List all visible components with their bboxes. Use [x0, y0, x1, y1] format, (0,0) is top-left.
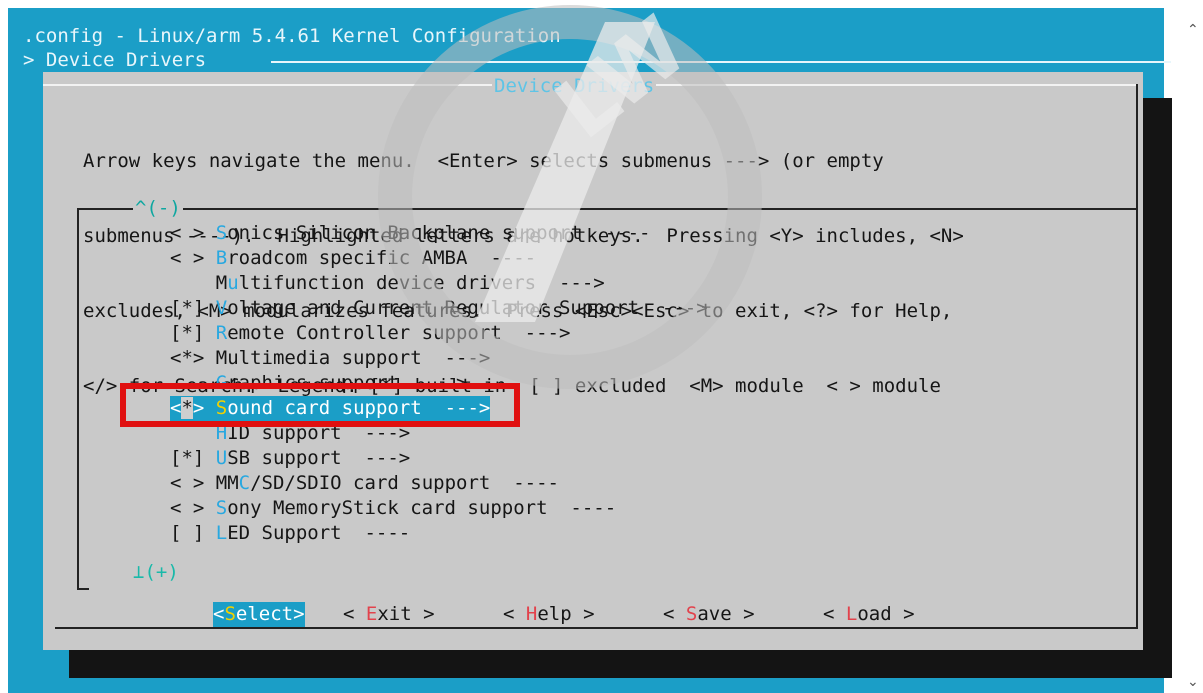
- button-hotkey: L: [845, 603, 858, 625]
- button-hotkey: S: [224, 603, 236, 625]
- button-help[interactable]: < Help >: [503, 602, 595, 627]
- menu-item[interactable]: [*] USB support --->: [170, 446, 410, 471]
- menu-item-hotkey: R: [215, 322, 228, 344]
- vertical-scrollbar[interactable]: ⌃ ⌄: [1183, 8, 1203, 693]
- menu-item-label-start: M: [215, 272, 228, 294]
- menu-item-label: emote Controller support --->: [227, 322, 571, 344]
- scroll-down-arrow-icon[interactable]: ⌄: [1187, 674, 1199, 690]
- menu-item[interactable]: < > Broadcom specific AMBA ----: [170, 246, 536, 271]
- scroll-down-indicator[interactable]: ⊥(+): [133, 560, 179, 585]
- menu-item-hotkey: S: [215, 222, 228, 244]
- menu-item[interactable]: [*] Voltage and Current Regulator Suppor…: [170, 296, 708, 321]
- menu-item[interactable]: [*] Remote Controller support --->: [170, 321, 570, 346]
- menu-item[interactable]: [ ] LED Support ----: [170, 521, 410, 546]
- menu-item-label: ltimedia support --->: [238, 347, 491, 369]
- button-hotkey: S: [685, 603, 698, 625]
- menu-item[interactable]: < > Sonics Silicon Backplane support ---…: [170, 221, 650, 246]
- menu-item-label: ED Support ----: [227, 522, 411, 544]
- menu-border-corner: [77, 588, 89, 590]
- menu-item-hotkey: B: [215, 247, 228, 269]
- menu-item-state: <*>: [170, 347, 216, 369]
- menuconfig-dialog: Device Drivers Arrow keys navigate the m…: [43, 72, 1143, 650]
- menu-item[interactable]: < > MMC/SD/SDIO card support ----: [170, 471, 559, 496]
- menu-item-hotkey: u: [227, 272, 239, 294]
- menu-border-top: [77, 208, 1137, 210]
- menu-item-state: [*]: [170, 447, 216, 469]
- terminal-window: .config - Linux/arm 5.4.61 Kernel Config…: [8, 8, 1172, 693]
- dialog-button-separator: [55, 627, 1138, 629]
- menu-item-hotkey: C: [238, 472, 251, 494]
- breadcrumb-rule: [271, 61, 1171, 63]
- menu-item-hotkey: V: [215, 297, 228, 319]
- menu-item-label: onics Silicon Backplane support ----: [227, 222, 651, 244]
- button-load[interactable]: < Load >: [823, 602, 915, 627]
- menu-item-label-start: Mu: [215, 347, 239, 369]
- button-exit[interactable]: < Exit >: [343, 602, 435, 627]
- menu-item-state: < >: [170, 222, 216, 244]
- menu-item[interactable]: < > Sony MemoryStick card support ----: [170, 496, 616, 521]
- button-save[interactable]: < Save >: [663, 602, 755, 627]
- window-title: .config - Linux/arm 5.4.61 Kernel Config…: [23, 25, 561, 47]
- menu-item-label: roadcom specific AMBA ----: [227, 247, 537, 269]
- scroll-up-indicator[interactable]: ^(-): [133, 196, 183, 221]
- menu-item[interactable]: <*> Multimedia support --->: [170, 346, 490, 371]
- menu-item-label: ltifunction device drivers --->: [238, 272, 605, 294]
- button-select[interactable]: <Select>: [213, 602, 305, 627]
- menu-item-hotkey: S: [215, 497, 228, 519]
- menu-item-label: oltage and Current Regulator Support ---…: [227, 297, 708, 319]
- menu-item-state: [*]: [170, 322, 216, 344]
- menu-item-state: [ ]: [170, 522, 216, 544]
- menu-border-left: [77, 208, 79, 590]
- menu-item-state: [*]: [170, 297, 216, 319]
- menu-item-label-start: MM: [215, 472, 239, 494]
- menu-item-state: [170, 272, 216, 294]
- button-hotkey: H: [525, 603, 538, 625]
- annotation-highlight-box: [120, 383, 520, 427]
- dialog-title: Device Drivers: [492, 74, 657, 99]
- menu-item-state: < >: [170, 247, 216, 269]
- menu-item-hotkey: L: [215, 522, 228, 544]
- help-line: Arrow keys navigate the menu. <Enter> se…: [83, 150, 884, 172]
- menu-item-label: SB support --->: [227, 447, 411, 469]
- menu-item-hotkey: U: [215, 447, 228, 469]
- scroll-up-arrow-icon[interactable]: ⌃: [1187, 22, 1199, 38]
- button-hotkey: E: [365, 603, 378, 625]
- menu-item-state: < >: [170, 497, 216, 519]
- menu-item-label: /SD/SDIO card support ----: [250, 472, 559, 494]
- menu-item[interactable]: Multifunction device drivers --->: [170, 271, 605, 296]
- menu-item-label: ony MemoryStick card support ----: [227, 497, 617, 519]
- menu-item-state: < >: [170, 472, 216, 494]
